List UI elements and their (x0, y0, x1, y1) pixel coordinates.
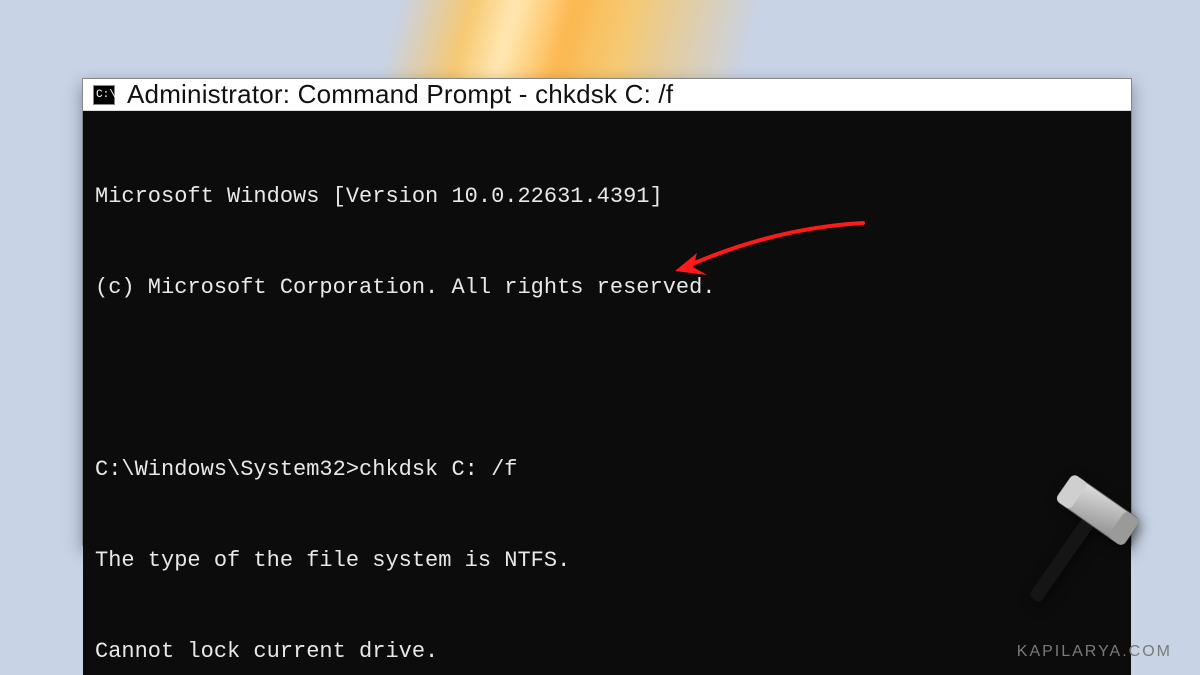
watermark-text: KAPILARYA.COM (1017, 643, 1172, 661)
command-prompt-window: C:\ Administrator: Command Prompt - chkd… (82, 78, 1132, 546)
typed-command: chkdsk C: /f (359, 457, 517, 482)
terminal-prompt-line: C:\Windows\System32>chkdsk C: /f (95, 455, 1119, 485)
terminal-area[interactable]: Microsoft Windows [Version 10.0.22631.43… (83, 111, 1131, 675)
terminal-line-fstype: The type of the file system is NTFS. (95, 546, 1119, 576)
terminal-line-copyright: (c) Microsoft Corporation. All rights re… (95, 273, 1119, 303)
terminal-line-version: Microsoft Windows [Version 10.0.22631.43… (95, 182, 1119, 212)
terminal-line-lock: Cannot lock current drive. (95, 637, 1119, 667)
blank-line (95, 364, 1119, 394)
prompt-path: C:\Windows\System32> (95, 457, 359, 482)
cmd-icon: C:\ (93, 85, 115, 105)
window-title: Administrator: Command Prompt - chkdsk C… (127, 79, 673, 110)
titlebar[interactable]: C:\ Administrator: Command Prompt - chkd… (83, 79, 1131, 111)
